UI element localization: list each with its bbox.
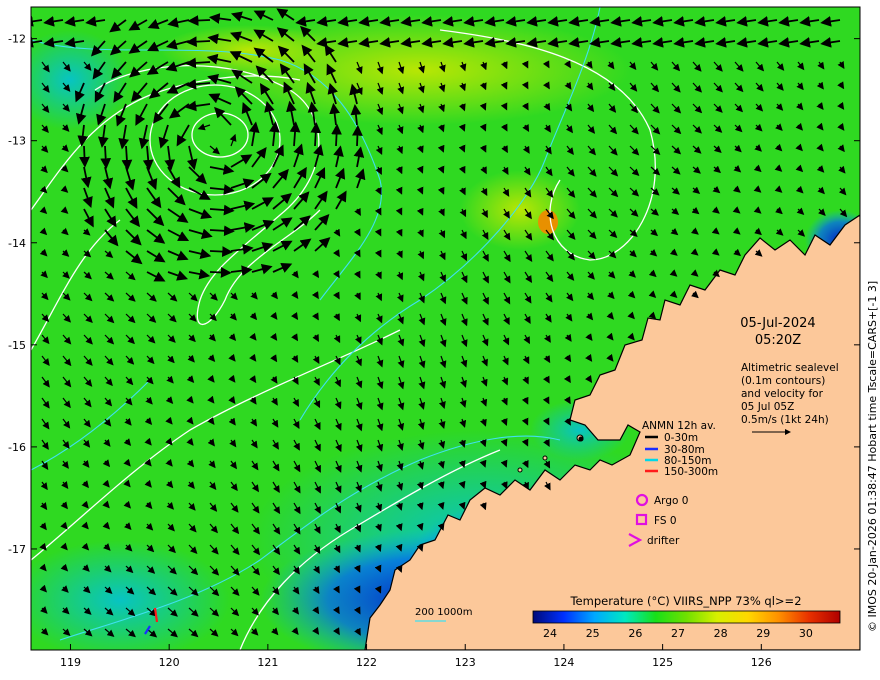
fs-label: FS 0 bbox=[654, 515, 677, 527]
x-tick-label: 119 bbox=[60, 656, 81, 669]
argo-label: Argo 0 bbox=[654, 495, 688, 507]
velocity-arrow bbox=[185, 36, 211, 48]
time-label: 05:20Z bbox=[755, 333, 801, 348]
y-tick-label: -15 bbox=[8, 339, 26, 352]
altimetry-line-4: 05 Jul 05Z bbox=[741, 401, 794, 413]
velocity-arrow bbox=[100, 145, 112, 170]
x-tick-label: 124 bbox=[553, 656, 574, 669]
colorbar-tick-label: 28 bbox=[714, 627, 728, 640]
colorbar-title: Temperature (°C) VIIRS_NPP 73% ql>=2 bbox=[569, 594, 801, 608]
velocity-arrow bbox=[209, 267, 232, 278]
y-tick-label: -16 bbox=[8, 441, 26, 454]
altimetry-line-2: (0.1m contours) bbox=[741, 375, 825, 387]
x-tick-label: 122 bbox=[356, 656, 377, 669]
colorbar-tick-label: 25 bbox=[586, 627, 600, 640]
isobath-label: 200 1000m bbox=[415, 607, 472, 618]
x-tick-label: 125 bbox=[652, 656, 673, 669]
velocity-arrow bbox=[79, 145, 90, 168]
anmn-label-0: 0-30m bbox=[664, 432, 698, 444]
anmn-legend-title: ANMN 12h av. bbox=[642, 420, 716, 432]
y-tick-label: -13 bbox=[8, 135, 26, 148]
x-tick-label: 120 bbox=[159, 656, 180, 669]
x-tick-label: 126 bbox=[751, 656, 772, 669]
y-tick-label: -12 bbox=[8, 33, 26, 46]
map-figure: 119 120 121 122 123 124 125 126 -12 -13 -14 -15 -16… bbox=[8, 6, 879, 669]
y-tick-label: -17 bbox=[8, 543, 26, 556]
velocity-arrow bbox=[209, 246, 233, 257]
velocity-arrow bbox=[187, 15, 211, 26]
colorbar-tick-label: 29 bbox=[756, 627, 770, 640]
drifter-label: drifter bbox=[647, 535, 680, 547]
x-tick-label: 123 bbox=[455, 656, 476, 669]
velocity-arrow bbox=[331, 123, 342, 147]
y-tick-label: -14 bbox=[8, 237, 26, 250]
credit-label: © IMOS 20-Jan-2026 01:38:47 Hobart time … bbox=[866, 281, 879, 632]
colorbar-tick-label: 30 bbox=[799, 627, 813, 640]
colorbar-tick-label: 24 bbox=[543, 627, 557, 640]
altimetry-line-5: 0.5m/s (1kt 24h) bbox=[741, 414, 829, 426]
x-tick-label: 121 bbox=[257, 656, 278, 669]
altimetry-line-1: Altimetric sealevel bbox=[741, 362, 839, 374]
colorbar bbox=[532, 610, 841, 624]
velocity-arrow bbox=[352, 124, 363, 147]
altimetry-line-3: and velocity for bbox=[741, 388, 824, 400]
colorbar-tick-label: 27 bbox=[671, 627, 685, 640]
colorbar-tick-label: 26 bbox=[628, 627, 642, 640]
date-label: 05-Jul-2024 bbox=[740, 316, 815, 331]
anmn-label-3: 150-300m bbox=[664, 466, 718, 478]
